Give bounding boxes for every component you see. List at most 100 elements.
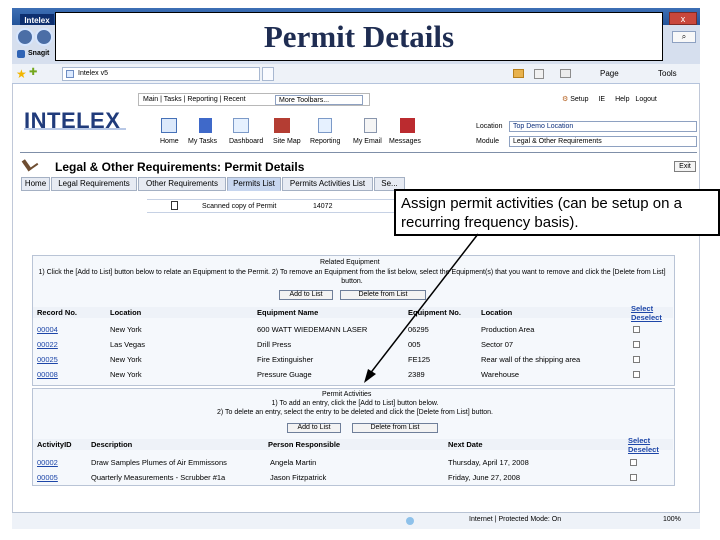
- intelex-logo: INTELEX: [24, 108, 121, 133]
- activities-add-button[interactable]: Add to List: [287, 423, 341, 433]
- equipment-row-1-name: 600 WATT WIEDEMANN LASER: [257, 325, 368, 334]
- activity-row-2-person: Jason Fitzpatrick: [270, 473, 327, 482]
- equipment-deselect-link[interactable]: Deselect: [631, 313, 662, 322]
- module-label: Module: [476, 138, 499, 145]
- home-label: Home: [160, 138, 179, 145]
- exit-button[interactable]: Exit: [674, 161, 696, 172]
- messages-label: Messages: [389, 138, 421, 145]
- app-icon-bar: Home My Tasks Dashboard Site Map Reporti…: [146, 116, 426, 149]
- tab-other-requirements[interactable]: Other Requirements: [138, 177, 226, 191]
- activities-line-2: 2) To delete an entry, select the entry …: [216, 409, 493, 416]
- add-favorites-icon[interactable]: ✚: [29, 67, 37, 78]
- reporting-label: Reporting: [310, 138, 341, 145]
- equipment-row-2-record[interactable]: 00022: [37, 340, 58, 349]
- module-select[interactable]: Legal & Other Requirements: [509, 136, 697, 147]
- email-label: My Email: [353, 138, 382, 145]
- home-icon[interactable]: [513, 69, 524, 78]
- snagit-icon: [17, 50, 25, 58]
- setup-icon: ⚙: [562, 96, 569, 103]
- header-divider: [20, 152, 697, 153]
- logo-underline: [24, 128, 126, 130]
- equipment-column-record-no: Record No.: [37, 308, 78, 317]
- activity-row-2-description: Quarterly Measurements - Scrubber #1a: [91, 473, 226, 482]
- feeds-icon[interactable]: [534, 69, 544, 79]
- location-label: Location: [476, 123, 503, 130]
- email-icon[interactable]: [364, 118, 377, 133]
- equipment-row-3-name: Fire Extinguisher: [257, 355, 314, 364]
- ie-link[interactable]: IE: [598, 96, 605, 103]
- top-links: ⚙ Setup IE Help Logout: [562, 95, 682, 105]
- equipment-row-1-location: New York: [110, 325, 142, 334]
- site-map-icon[interactable]: [274, 118, 290, 133]
- location-select[interactable]: Top Demo Location: [509, 121, 697, 132]
- equipment-row-1-checkbox[interactable]: [633, 326, 640, 333]
- equipment-row-4-record[interactable]: 00008: [37, 370, 58, 379]
- equipment-add-button[interactable]: Add to List: [279, 290, 333, 300]
- tab-legal-requirements[interactable]: Legal Requirements: [51, 177, 137, 191]
- callout-box: Assign permit activities (can be setup o…: [394, 189, 720, 236]
- equipment-row-4-name: Pressure Guage: [257, 370, 312, 379]
- setup-link[interactable]: Setup: [570, 96, 588, 103]
- forward-icon[interactable]: [35, 28, 53, 46]
- activities-column-next-date: Next Date: [448, 440, 483, 449]
- activity-row-1-person: Angela Martin: [270, 458, 317, 467]
- activities-delete-button[interactable]: Delete from List: [352, 423, 438, 433]
- main-menu: Main | Tasks | Reporting | Recent More T…: [138, 93, 370, 106]
- window-close-button[interactable]: x: [669, 12, 697, 25]
- tab-home[interactable]: Home: [21, 177, 50, 191]
- home-icon[interactable]: [161, 118, 177, 133]
- activity-row-1-id[interactable]: 00002: [37, 458, 58, 467]
- callout-arrow-icon: [364, 233, 479, 383]
- page-heading: Legal & Other Requirements: Permit Detai…: [55, 160, 305, 174]
- favorites-star-icon[interactable]: ★: [16, 67, 27, 81]
- tasks-label: My Tasks: [188, 138, 218, 145]
- more-toolbars-select[interactable]: More Toolbars...: [275, 95, 363, 105]
- tasks-icon[interactable]: [199, 118, 212, 133]
- equipment-row-4-checkbox[interactable]: [633, 371, 640, 378]
- browser-command-bar: ★ ✚ Intelex v5 Page Tools: [12, 64, 700, 84]
- new-tab-button[interactable]: [262, 67, 274, 81]
- activities-title: Permit Activities: [322, 391, 372, 398]
- activity-row-1-checkbox[interactable]: [630, 459, 637, 466]
- activities-deselect-link[interactable]: Deselect: [628, 445, 659, 454]
- activities-line-1: 1) To add an entry, click the [Add to Li…: [271, 400, 439, 407]
- equipment-row-3-record[interactable]: 00025: [37, 355, 58, 364]
- activity-row-2-id[interactable]: 00005: [37, 473, 58, 482]
- equipment-select-link[interactable]: Select: [631, 304, 653, 313]
- equipment-column-location: Location: [110, 308, 142, 317]
- activity-row-2-checkbox[interactable]: [630, 474, 637, 481]
- activity-row-1-description: Draw Samples Plumes of Air Emmissons: [91, 458, 227, 467]
- back-icon[interactable]: [16, 28, 34, 46]
- equipment-row-2-location: Las Vegas: [110, 340, 146, 349]
- site-map-label: Site Map: [273, 138, 301, 145]
- document-icon[interactable]: [171, 201, 178, 210]
- messages-icon[interactable]: [400, 118, 415, 133]
- tools-menu[interactable]: Tools: [658, 69, 677, 78]
- snagit-label[interactable]: Snagit: [28, 50, 49, 57]
- main-menu-links[interactable]: Main | Tasks | Reporting | Recent: [143, 96, 246, 103]
- equipment-row-2-checkbox[interactable]: [633, 341, 640, 348]
- browser-status-bar: Internet | Protected Mode: On 100%: [12, 512, 700, 529]
- page-menu[interactable]: Page: [600, 69, 619, 78]
- help-link[interactable]: Help: [615, 96, 629, 103]
- equipment-row-4-location: New York: [110, 370, 142, 379]
- reporting-icon[interactable]: [318, 118, 332, 133]
- activities-column-person: Person Responsible: [268, 440, 341, 449]
- equipment-column-name: Equipment Name: [257, 308, 319, 317]
- browser-screenshot: { "slide_title": "Permit Details", "call…: [0, 0, 720, 540]
- print-icon[interactable]: [560, 69, 571, 78]
- search-button[interactable]: ⌕: [672, 31, 696, 43]
- dashboard-icon[interactable]: [233, 118, 249, 133]
- activity-row-1-next-date: Thursday, April 17, 2008: [448, 458, 529, 467]
- equipment-row-1-record[interactable]: 00004: [37, 325, 58, 334]
- browser-tab[interactable]: Intelex v5: [62, 67, 260, 81]
- zoom-level[interactable]: 100%: [663, 516, 681, 523]
- activities-select-link[interactable]: Select: [628, 436, 650, 445]
- logout-link[interactable]: Logout: [635, 96, 656, 103]
- equipment-instructions: 1) Click the [Add to List] button below …: [38, 269, 666, 285]
- equipment-row-3-checkbox[interactable]: [633, 356, 640, 363]
- tab-permits-activities-list[interactable]: Permits Activities List: [282, 177, 373, 191]
- tab-permits-list[interactable]: Permits List: [227, 177, 281, 191]
- activities-column-id: ActivityID: [37, 440, 72, 449]
- document-name[interactable]: Scanned copy of Permit: [202, 203, 276, 210]
